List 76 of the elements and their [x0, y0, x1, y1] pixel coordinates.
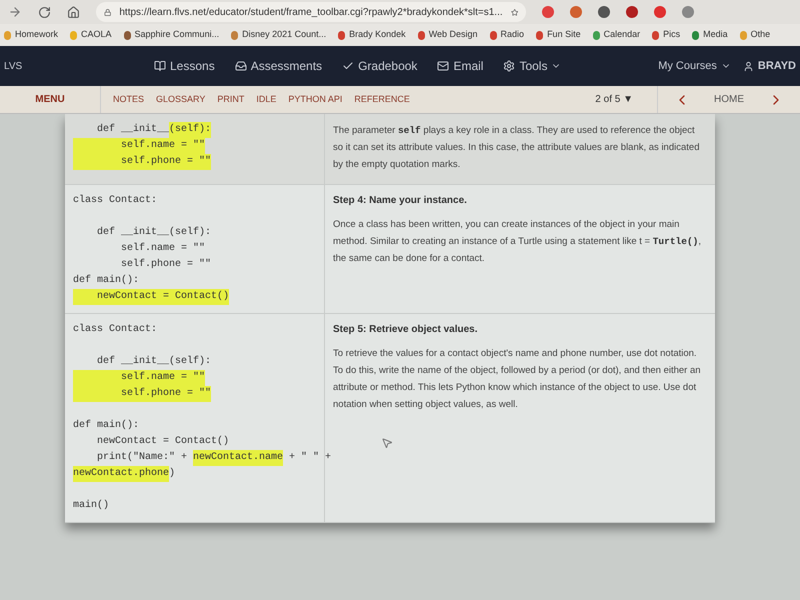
toolbar-link[interactable]: GLOSSARY — [156, 92, 206, 106]
code-text: def __init__(self): — [96, 354, 212, 369]
user-link[interactable]: BRAYD — [742, 58, 796, 74]
nav-link[interactable]: Assessments — [234, 57, 322, 75]
home-link[interactable]: HOME — [714, 92, 744, 107]
forward-icon[interactable] — [8, 5, 22, 19]
toolbar-link[interactable]: REFERENCE — [354, 92, 410, 106]
bookmark-item[interactable]: Calendar — [592, 28, 640, 42]
code-text: (self): — [169, 122, 212, 138]
star-icon[interactable] — [510, 6, 518, 18]
bookmark-item[interactable]: Homework — [4, 28, 58, 42]
step-heading: Step 5: Retrieve object values. — [333, 323, 479, 337]
bookmark-item[interactable]: Brady Kondek — [338, 28, 406, 42]
bookmark-item[interactable]: Web Design — [418, 28, 478, 42]
lock-icon — [104, 6, 112, 18]
code-text: ) — [169, 466, 176, 481]
check-icon — [342, 60, 354, 72]
bookmark-item[interactable]: Sapphire Communi... — [124, 28, 220, 42]
home-icon[interactable] — [67, 6, 80, 18]
step-heading: Step 4: Name your instance. — [333, 194, 468, 208]
extension-icon[interactable] — [626, 6, 638, 18]
extension-icon[interactable] — [682, 6, 694, 18]
bookmark-item[interactable]: Pics — [652, 28, 680, 42]
extension-icon[interactable] — [570, 6, 582, 18]
code-text: self.phone = "" — [73, 154, 212, 170]
code-text: def __init__ — [96, 122, 170, 137]
extension-icon[interactable] — [598, 6, 610, 18]
address-bar[interactable]: https://learn.flvs.net/educator/student/frame_toolbar.cgi?rpawly2*bradykondek*slt=s1... — [96, 2, 526, 22]
menu-button[interactable]: MENU — [0, 92, 100, 107]
user-icon — [742, 60, 754, 72]
code-text: def __init__(self): — [96, 226, 212, 240]
code-text: self.name = "" — [73, 138, 206, 154]
code-text: + " " + — [288, 450, 332, 465]
gear-icon — [503, 60, 516, 72]
nav-link[interactable]: Gradebook — [342, 57, 418, 75]
step-paragraph: The parameter self plays a key role in a class. They are used to reference the object so it can set its attribute values. In this case, the attribute values are blank, as indicated by the empty quotation marks. — [333, 124, 700, 172]
step-paragraph: To retrieve the values for a contact object's name and phone number, use dot notation. To do this, write the name of the object, followed by a period (or dot), and then either an attribute or method. This lets Python know which instance of the object to use. Use dot notation when setting object values, as well. — [333, 347, 702, 412]
bookmark-item[interactable]: CAOLA — [70, 28, 112, 42]
tray-icon — [234, 60, 247, 72]
step-paragraph: Once a class has been written, you can create instances of the object in your main method. Similar to creating an instance of a Turtle using a statement like t = Turtle(), the same can be done for a contact. — [333, 218, 702, 266]
toolbar-link[interactable]: PRINT — [217, 92, 244, 106]
bookmark-item[interactable]: Disney 2021 Count... — [231, 28, 326, 42]
code-text: print("Name:" + — [96, 450, 188, 465]
code-text: newContact.name — [193, 450, 284, 466]
nav-link[interactable]: Email — [437, 57, 484, 75]
extension-icon[interactable] — [654, 6, 666, 18]
extension-icon[interactable] — [542, 6, 554, 18]
toolbar-link[interactable]: IDLE — [256, 92, 276, 106]
code-text: self.phone = "" — [120, 258, 212, 272]
book-icon — [154, 60, 166, 72]
code-text: def main(): — [73, 418, 140, 433]
reload-icon[interactable] — [38, 6, 51, 18]
code-text: class Contact: — [73, 322, 158, 337]
toolbar-link[interactable]: NOTES — [113, 92, 144, 106]
url-text: https://learn.flvs.net/educator/student/frame_toolbar.cgi?rpawly2*bradykondek*slt=s1... — [119, 6, 503, 20]
code-text: class Contact: — [73, 194, 158, 208]
code-text: newContact = Contact() — [73, 289, 230, 305]
code-text: main() — [73, 498, 110, 513]
mouse-pointer-icon — [381, 437, 393, 449]
bookmark-item[interactable]: Radio — [490, 28, 524, 42]
bookmark-item[interactable]: Othe — [740, 28, 770, 42]
code-text: self.name = "" — [73, 370, 206, 386]
code-text: newContact = Contact() — [96, 434, 230, 449]
code-text: newContact.phone — [73, 466, 170, 482]
mail-icon — [437, 60, 450, 72]
my-courses-link[interactable]: My Courses — [658, 58, 731, 74]
site-brand[interactable]: LVS — [4, 58, 154, 74]
nav-link[interactable]: Lessons — [154, 57, 215, 75]
toolbar-link[interactable]: PYTHON API — [288, 92, 342, 106]
code-text: def main(): — [73, 274, 140, 288]
code-text: self.phone = "" — [73, 386, 212, 402]
nav-link[interactable]: Tools — [503, 57, 562, 75]
code-text: self.name = "" — [120, 242, 206, 256]
bookmark-item[interactable]: Media — [692, 28, 728, 42]
page-selector[interactable]: 2 of 5 ▼ — [595, 92, 633, 107]
bookmark-item[interactable]: Fun Site — [536, 28, 581, 42]
